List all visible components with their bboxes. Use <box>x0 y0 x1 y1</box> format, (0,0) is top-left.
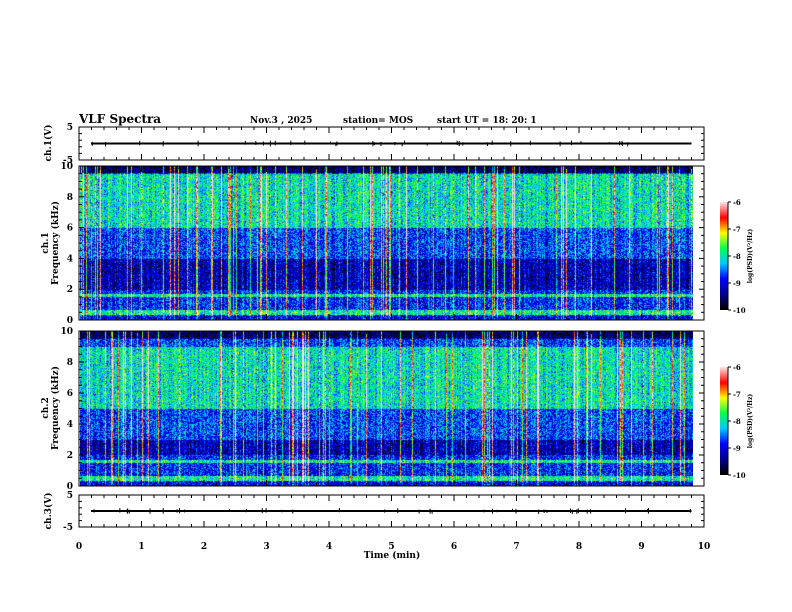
y-tick-label: 6 <box>67 389 73 399</box>
y-tick-label: 2 <box>67 285 73 295</box>
ch2-spec-ylabel-bottom: Frequency (kHz) <box>50 366 61 450</box>
ch2-spec-ylabel-top: ch.2 <box>41 397 51 418</box>
start-time-label: start UT = 18: 20: 1 <box>437 116 537 126</box>
colorbar-tick-label: -6 <box>733 198 741 207</box>
panel-frame <box>79 166 704 320</box>
y-tick-label: 10 <box>60 327 73 337</box>
y-tick-label: 6 <box>67 224 73 234</box>
y-tick-label: 2 <box>67 451 73 461</box>
ch1-spec-ylabel-bottom: Frequency (kHz) <box>50 201 61 285</box>
colorbar-ch2-label: log(PSD)(V²/Hz) <box>747 394 754 449</box>
ch3-ylabel: ch.3(V) <box>43 493 54 530</box>
colorbar-tick-label: -9 <box>733 279 741 288</box>
plot-axes: VLF Spectra Nov.3 , 2025 station= MOS st… <box>0 0 792 612</box>
x-tick-label: 3 <box>263 542 269 552</box>
colorbar-tick-label: -7 <box>733 225 741 234</box>
colorbar-tick-label: -7 <box>733 390 741 399</box>
y-tick-label: 4 <box>67 420 73 430</box>
colorbar-tick-label: -8 <box>733 417 741 426</box>
y-tick-label: 10 <box>60 162 73 172</box>
y-tick-label: -5 <box>63 523 73 533</box>
plot-title: VLF Spectra <box>78 112 161 126</box>
x-tick-label: 2 <box>201 542 207 552</box>
date-label: Nov.3 , 2025 <box>250 116 312 126</box>
x-tick-label: 7 <box>513 542 519 552</box>
x-tick-label: 10 <box>698 542 711 552</box>
colorbar-tick-label: -10 <box>733 306 746 315</box>
colorbar-tick-label: -6 <box>733 363 741 372</box>
colorbar-tick-label: -9 <box>733 444 741 453</box>
colorbar-tick-label: -8 <box>733 252 741 261</box>
station-label: station= MOS <box>343 116 413 126</box>
colorbar-tick-label: -10 <box>733 471 746 480</box>
x-tick-label: 0 <box>76 542 82 552</box>
x-tick-label: 6 <box>451 542 457 552</box>
ch1-spec-ylabel-top: ch.1 <box>41 232 51 253</box>
x-tick-label: 9 <box>638 542 644 552</box>
y-tick-label: 5 <box>67 123 73 133</box>
y-tick-label: 4 <box>67 254 73 264</box>
x-tick-label: 4 <box>326 542 332 552</box>
y-tick-label: 5 <box>67 491 73 501</box>
x-tick-label: 1 <box>138 542 144 552</box>
ch1-ylabel: ch.1(V) <box>43 125 54 162</box>
y-tick-label: 0 <box>67 316 73 326</box>
x-tick-label: 8 <box>576 542 582 552</box>
colorbar-ch1-label: log(PSD)(V²/Hz) <box>747 229 754 284</box>
panel-frame <box>79 331 704 486</box>
y-tick-label: 8 <box>67 358 73 368</box>
x-tick-label: 5 <box>388 542 394 552</box>
y-tick-label: 8 <box>67 193 73 203</box>
